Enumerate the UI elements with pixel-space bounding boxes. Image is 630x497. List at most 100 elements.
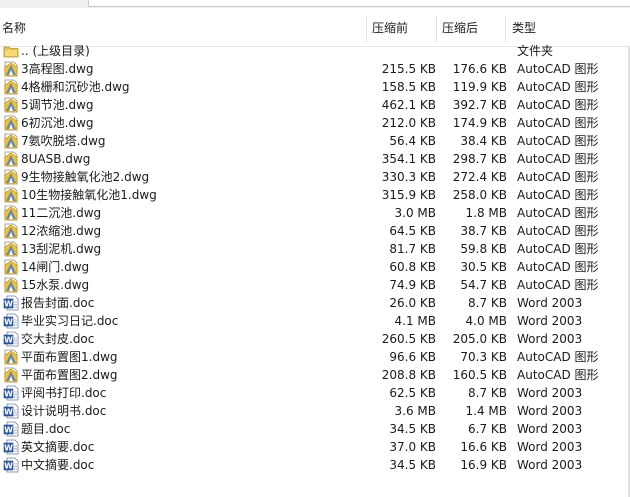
file-compressed-size: 6.7 KB [468,422,507,436]
word-doc-icon: W [3,313,19,329]
file-row[interactable]: 平面布置图2.dwg 208.8 KB 160.5 KB AutoCAD 图形 [0,366,630,384]
file-name: 10生物接触氧化池1.dwg [21,188,157,202]
file-row[interactable]: 10生物接触氧化池1.dwg 315.9 KB 258.0 KB AutoCAD 图形 [0,186,630,204]
file-compressed-size: 8.7 KB [468,296,507,310]
word-doc-icon: W [3,331,19,347]
dwg-file-icon [3,97,19,113]
file-compressed-size: 38.4 KB [460,134,507,148]
file-name: 评阅书打印.doc [21,386,107,400]
dwg-file-icon [3,169,19,185]
file-packed-size: 26.0 KB [389,296,436,310]
file-row[interactable]: 6初沉池.dwg 212.0 KB 174.9 KB AutoCAD 图形 [0,114,630,132]
file-packed-size: 81.7 KB [389,242,436,256]
dwg-file-icon [3,187,19,203]
file-type: AutoCAD 图形 [517,188,599,202]
file-list: .. (上级目录) 文件夹 3高程图.dwg 215.5 KB 176.6 KB Auto… [0,42,630,474]
dwg-file-icon [3,79,19,95]
file-type: AutoCAD 图形 [517,368,599,382]
file-compressed-size: 174.9 KB [452,116,507,130]
file-name: .. (上级目录) [21,44,90,58]
file-row[interactable]: 15水泵.dwg 74.9 KB 54.7 KB AutoCAD 图形 [0,276,630,294]
file-type: Word 2003 [517,440,583,454]
file-type: AutoCAD 图形 [517,170,599,184]
file-compressed-size: 54.7 KB [460,278,507,292]
dwg-file-icon [3,367,19,383]
file-packed-size: 158.5 KB [381,80,436,94]
file-packed-size: 212.0 KB [381,116,436,130]
dwg-file-icon [3,61,19,77]
file-row[interactable]: W 题目.doc 34.5 KB 6.7 KB Word 2003 [0,420,630,438]
file-row[interactable]: .. (上级目录) 文件夹 [0,42,630,60]
header-name[interactable]: 名称 [2,20,26,36]
word-doc-icon: W [3,457,19,473]
file-row[interactable]: W 评阅书打印.doc 62.5 KB 8.7 KB Word 2003 [0,384,630,402]
file-row[interactable]: 3高程图.dwg 215.5 KB 176.6 KB AutoCAD 图形 [0,60,630,78]
file-packed-size: 462.1 KB [381,98,436,112]
file-compressed-size: 70.3 KB [460,350,507,364]
column-divider[interactable] [366,16,367,42]
file-name: 13刮泥机.dwg [21,242,102,256]
file-type: Word 2003 [517,314,583,328]
file-row[interactable]: 11二沉池.dwg 3.0 MB 1.8 MB AutoCAD 图形 [0,204,630,222]
file-name: 6初沉池.dwg [21,116,94,130]
svg-text:W: W [4,389,13,398]
file-name: 平面布置图1.dwg [21,350,118,364]
file-packed-size: 56.4 KB [389,134,436,148]
dwg-file-icon [3,277,19,293]
file-row[interactable]: 13刮泥机.dwg 81.7 KB 59.8 KB AutoCAD 图形 [0,240,630,258]
word-doc-icon: W [3,403,19,419]
svg-text:W: W [4,299,13,308]
svg-text:W: W [4,335,13,344]
file-compressed-size: 1.8 MB [465,206,507,220]
column-divider[interactable] [505,16,506,42]
file-compressed-size: 4.0 MB [465,314,507,328]
file-type: AutoCAD 图形 [517,134,599,148]
file-row[interactable]: W 中文摘要.doc 34.5 KB 16.9 KB Word 2003 [0,456,630,474]
file-name: 7氨吹脱塔.dwg [21,134,106,148]
file-type: AutoCAD 图形 [517,350,599,364]
header-compressed[interactable]: 压缩后 [442,20,478,36]
file-row[interactable]: W 报告封面.doc 26.0 KB 8.7 KB Word 2003 [0,294,630,312]
address-field[interactable] [88,0,630,7]
header-type[interactable]: 类型 [512,20,536,36]
file-row[interactable]: 14闸门.dwg 60.8 KB 30.5 KB AutoCAD 图形 [0,258,630,276]
word-doc-icon: W [3,439,19,455]
file-row[interactable]: 12浓缩池.dwg 64.5 KB 38.7 KB AutoCAD 图形 [0,222,630,240]
file-row[interactable]: W 英文摘要.doc 37.0 KB 16.6 KB Word 2003 [0,438,630,456]
file-row[interactable]: 平面布置图1.dwg 96.6 KB 70.3 KB AutoCAD 图形 [0,348,630,366]
file-compressed-size: 176.6 KB [452,62,507,76]
file-row[interactable]: W 毕业实习日记.doc 4.1 MB 4.0 MB Word 2003 [0,312,630,330]
file-row[interactable]: 5调节池.dwg 462.1 KB 392.7 KB AutoCAD 图形 [0,96,630,114]
file-name: 3高程图.dwg [21,62,94,76]
column-divider[interactable] [436,16,437,42]
file-row[interactable]: 7氨吹脱塔.dwg 56.4 KB 38.4 KB AutoCAD 图形 [0,132,630,150]
file-packed-size: 215.5 KB [381,62,436,76]
dwg-file-icon [3,151,19,167]
file-row[interactable]: W 交大封皮.doc 260.5 KB 205.0 KB Word 2003 [0,330,630,348]
file-packed-size: 34.5 KB [389,422,436,436]
file-compressed-size: 59.8 KB [460,242,507,256]
file-packed-size: 3.0 MB [394,206,436,220]
file-name: 14闸门.dwg [21,260,90,274]
file-row[interactable]: 4格栅和沉砂池.dwg 158.5 KB 119.9 KB AutoCAD 图形 [0,78,630,96]
file-name: 英文摘要.doc [21,440,95,454]
file-type: 文件夹 [517,44,554,58]
dwg-file-icon [3,115,19,131]
file-type: AutoCAD 图形 [517,152,599,166]
word-doc-icon: W [3,421,19,437]
dwg-file-icon [3,241,19,257]
file-compressed-size: 272.4 KB [452,170,507,184]
file-name: 5调节池.dwg [21,98,94,112]
file-row[interactable]: 8UASB.dwg 354.1 KB 298.7 KB AutoCAD 图形 [0,150,630,168]
file-compressed-size: 8.7 KB [468,386,507,400]
file-row[interactable]: W 设计说明书.doc 3.6 MB 1.4 MB Word 2003 [0,402,630,420]
file-name: 12浓缩池.dwg [21,224,102,238]
header-packed[interactable]: 压缩前 [372,20,408,36]
file-type: Word 2003 [517,386,583,400]
dwg-file-icon [3,223,19,239]
svg-text:W: W [4,461,13,470]
file-row[interactable]: 9生物接触氧化池2.dwg 330.3 KB 272.4 KB AutoCAD 图形 [0,168,630,186]
file-packed-size: 60.8 KB [389,260,436,274]
svg-text:W: W [4,443,13,452]
file-name: 9生物接触氧化池2.dwg [21,170,150,184]
